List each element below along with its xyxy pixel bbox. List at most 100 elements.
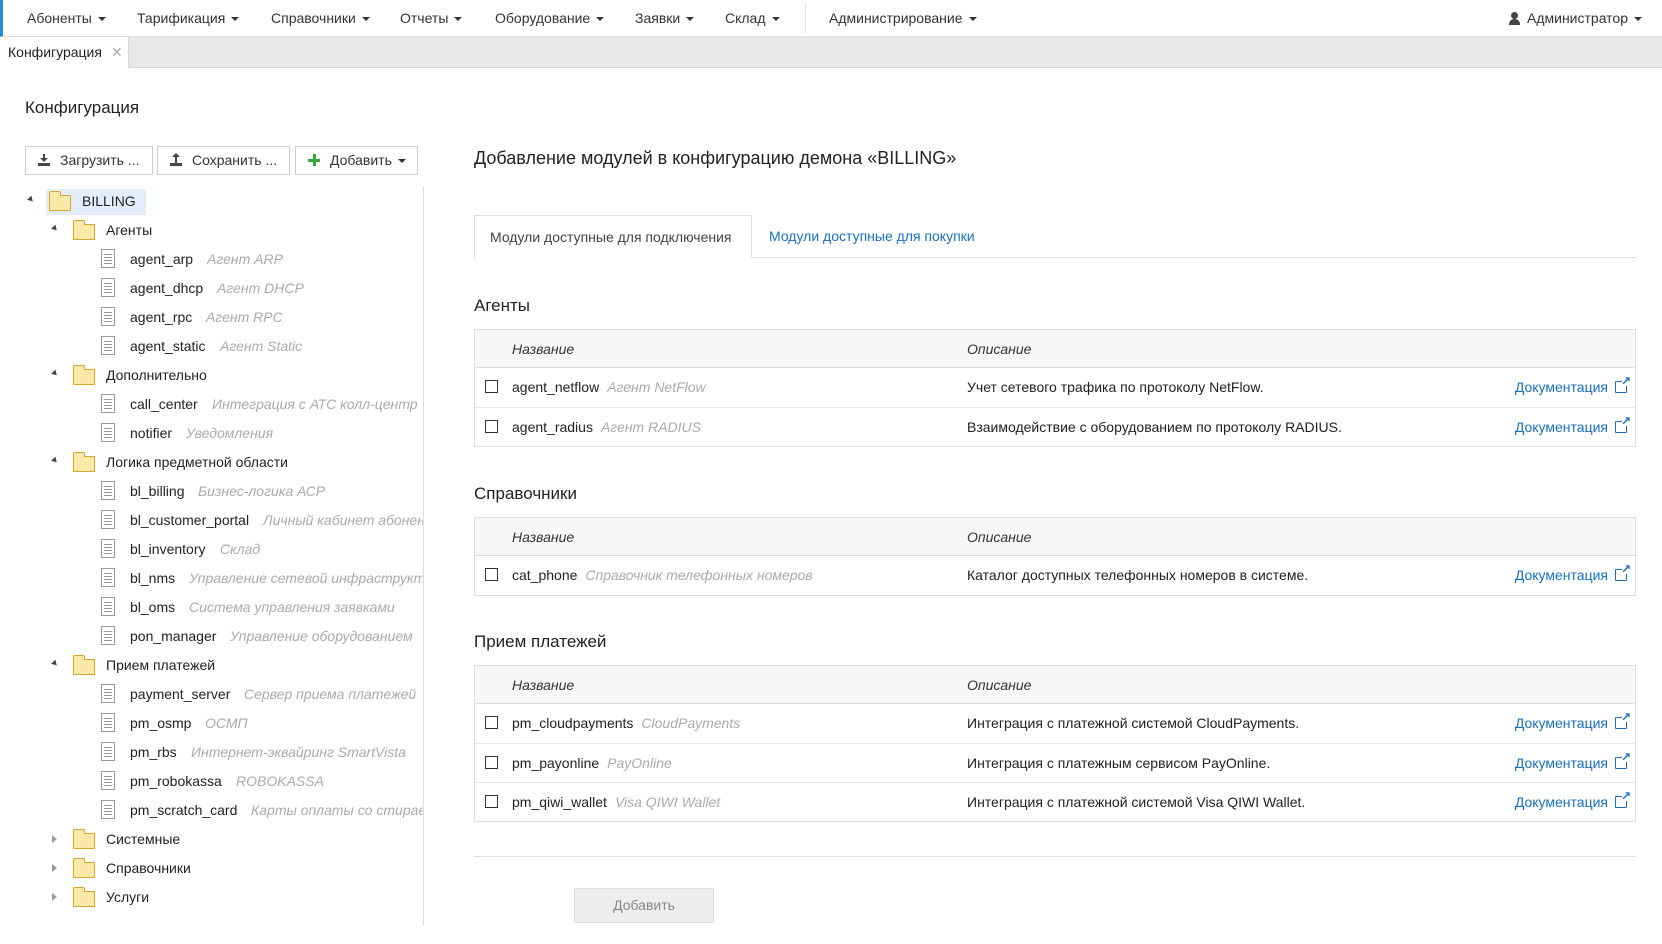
- nav-warehouse[interactable]: Склад: [725, 0, 780, 37]
- documentation-link[interactable]: Документация: [1515, 556, 1631, 594]
- module-name: pm_cloudpayments: [512, 715, 634, 731]
- documentation-link[interactable]: Документация: [1515, 783, 1631, 821]
- tree-folder[interactable]: Агенты: [0, 216, 423, 244]
- collapse-toggle-icon[interactable]: [51, 659, 59, 668]
- module-checkbox[interactable]: [485, 756, 498, 769]
- caret-down-icon: [596, 17, 605, 22]
- tree-folder[interactable]: BILLING: [0, 187, 423, 215]
- tree-item[interactable]: bl_nms Управление сетевой инфраструктурой: [0, 564, 423, 592]
- module-name-cell: pm_qiwi_wallet Visa QIWI Wallet: [512, 783, 720, 821]
- nav-label: Отчеты: [400, 10, 449, 26]
- nav-user-menu[interactable]: Администратор: [1509, 0, 1643, 37]
- add-modules-button[interactable]: Добавить: [574, 888, 714, 923]
- tree-item[interactable]: agent_static Агент Static: [0, 332, 423, 360]
- document-icon: [101, 539, 115, 558]
- nav-requests[interactable]: Заявки: [635, 0, 695, 37]
- tree-description: Агент DHCP: [217, 280, 304, 296]
- tree-folder[interactable]: Дополнительно: [0, 361, 423, 389]
- module-description: Взаимодействие с оборудованием по проток…: [967, 419, 1342, 435]
- tree-folder[interactable]: Прием платежей: [0, 651, 423, 679]
- tree-item[interactable]: agent_rpc Агент RPC: [0, 303, 423, 331]
- module-checkbox[interactable]: [485, 380, 498, 393]
- tree-description: Карты оплаты со стираемым слоем: [251, 802, 423, 818]
- tree-item[interactable]: bl_inventory Склад: [0, 535, 423, 563]
- tree-item[interactable]: agent_arp Агент ARP: [0, 245, 423, 273]
- module-alias: Visa QIWI Wallet: [614, 794, 721, 810]
- tree-item[interactable]: pm_scratch_card Карты оплаты со стираемым…: [0, 796, 423, 824]
- expand-toggle-icon[interactable]: [52, 893, 57, 901]
- column-header-description: Описание: [967, 677, 1032, 693]
- user-icon: [1509, 12, 1520, 25]
- column-header-description: Описание: [967, 341, 1032, 357]
- load-button[interactable]: Загрузить ...: [25, 146, 153, 175]
- table-header: Название Описание: [475, 666, 1635, 704]
- tree-folder[interactable]: Справочники: [0, 854, 423, 882]
- tree-description: Личный кабинет абонента: [263, 512, 423, 528]
- add-dropdown-button[interactable]: Добавить: [295, 146, 418, 175]
- nav-subscribers[interactable]: Абоненты: [27, 0, 106, 37]
- tree-description: Интеграция с АТС колл-центр: [212, 396, 418, 412]
- tree-item[interactable]: bl_oms Система управления заявками: [0, 593, 423, 621]
- expand-toggle-icon[interactable]: [52, 835, 57, 843]
- tree-label: bl_oms: [130, 599, 176, 615]
- nav-directories[interactable]: Справочники: [271, 0, 370, 37]
- module-alias: PayOnline: [607, 755, 672, 771]
- close-icon[interactable]: ✕: [111, 37, 123, 68]
- tree-item[interactable]: pm_osmp ОСМП: [0, 709, 423, 737]
- nav-tariffs[interactable]: Тарификация: [137, 0, 240, 37]
- documentation-link[interactable]: Документация: [1515, 704, 1631, 742]
- tree-folder[interactable]: Системные: [0, 825, 423, 853]
- collapse-toggle-icon[interactable]: [27, 195, 35, 204]
- caret-down-icon: [361, 17, 370, 22]
- tree-item[interactable]: bl_billing Бизнес-логика АСР: [0, 477, 423, 505]
- module-checkbox[interactable]: [485, 420, 498, 433]
- tree-item[interactable]: notifier Уведомления: [0, 419, 423, 447]
- document-icon: [101, 742, 115, 761]
- save-button[interactable]: Сохранить ...: [157, 146, 290, 175]
- documentation-link[interactable]: Документация: [1515, 744, 1631, 782]
- module-alias: Агент NetFlow: [607, 379, 706, 395]
- plus-icon: [308, 154, 320, 166]
- section-title: Прием платежей: [474, 632, 607, 651]
- tree-item[interactable]: pm_robokassa ROBOKASSA: [0, 767, 423, 795]
- nav-administration[interactable]: Администрирование: [829, 0, 977, 37]
- module-checkbox[interactable]: [485, 568, 498, 581]
- table-row: cat_phone Справочник телефонных номеров Ка…: [475, 556, 1635, 595]
- config-tree: BILLING Агенты agent_arp Агент ARP agent_dhc…: [0, 186, 423, 926]
- documentation-link[interactable]: Документация: [1515, 408, 1631, 446]
- tree-item[interactable]: pm_rbs Интернет-эквайринг SmartVista: [0, 738, 423, 766]
- column-header-description: Описание: [967, 529, 1032, 545]
- expand-toggle-icon[interactable]: [52, 864, 57, 872]
- tree-item[interactable]: payment_server Сервер приема платежей: [0, 680, 423, 708]
- tree-item[interactable]: agent_dhcp Агент DHCP: [0, 274, 423, 302]
- nav-equipment[interactable]: Оборудование: [495, 0, 605, 37]
- nav-label: Заявки: [635, 10, 681, 26]
- collapse-toggle-icon[interactable]: [51, 456, 59, 465]
- tree-description: Бизнес-логика АСР: [198, 483, 326, 499]
- module-checkbox[interactable]: [485, 716, 498, 729]
- module-checkbox[interactable]: [485, 795, 498, 808]
- tree-item[interactable]: pon_manager Управление оборудованием: [0, 622, 423, 650]
- nav-reports[interactable]: Отчеты: [400, 0, 463, 37]
- document-icon: [101, 510, 115, 529]
- tab-available-modules[interactable]: Модули доступные для подключения: [474, 215, 752, 259]
- module-description: Учет сетевого трафика по протоколу NetFl…: [967, 379, 1264, 395]
- tree-label: agent_arp: [130, 251, 194, 267]
- documentation-link[interactable]: Документация: [1515, 368, 1631, 406]
- tree-folder[interactable]: Логика предметной области: [0, 448, 423, 476]
- tree-description: Агент RPC: [206, 309, 283, 325]
- caret-down-icon: [454, 17, 463, 22]
- tab-purchase-modules[interactable]: Модули доступные для покупки: [769, 215, 975, 258]
- tab-configuration[interactable]: Конфигурация ✕: [0, 37, 129, 68]
- tree-item[interactable]: call_center Интеграция с АТС колл-центр: [0, 390, 423, 418]
- tree-description: Интернет-эквайринг SmartVista: [191, 744, 406, 760]
- tree-label: Системные: [106, 831, 181, 847]
- tree-label: bl_nms: [130, 570, 176, 586]
- tree-item[interactable]: bl_customer_portal Личный кабинет абонент…: [0, 506, 423, 534]
- collapse-toggle-icon[interactable]: [51, 369, 59, 378]
- collapse-toggle-icon[interactable]: [51, 224, 59, 233]
- section-title: Справочники: [474, 484, 577, 503]
- caret-down-icon: [686, 17, 695, 22]
- tree-label: pon_manager: [130, 628, 217, 644]
- tree-folder[interactable]: Услуги: [0, 883, 423, 911]
